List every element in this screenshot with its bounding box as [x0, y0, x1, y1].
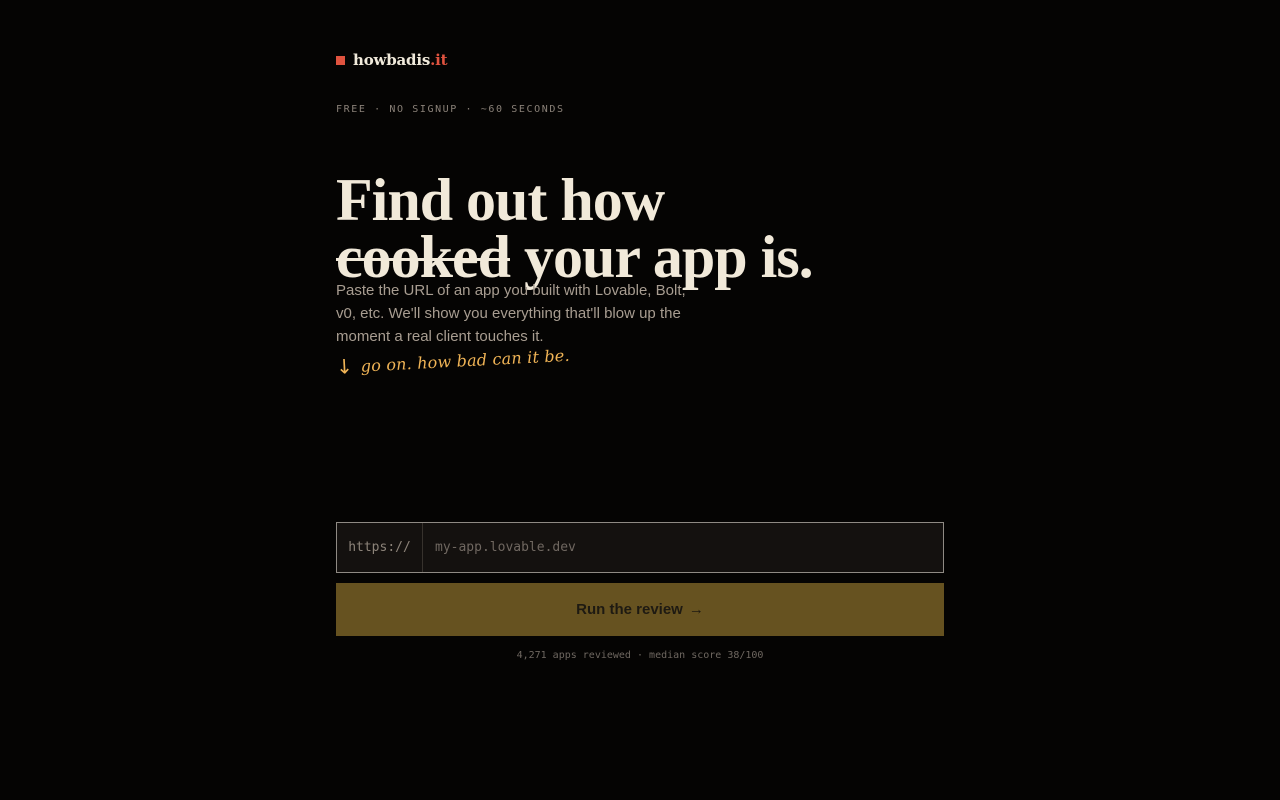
- arrow-right-icon: →: [688, 601, 704, 618]
- brand-mark-icon: [336, 55, 345, 65]
- landing-page: howbadis.it FREE · NO SIGNUP · ~60 SECON…: [335, 0, 944, 800]
- brand-link[interactable]: howbadis.it: [336, 49, 448, 71]
- app-url-input[interactable]: [423, 523, 943, 572]
- url-input-group[interactable]: https://: [336, 522, 944, 573]
- hero-description: Paste the URL of an app you built with L…: [336, 282, 686, 345]
- brand-name: howbadis.it: [353, 51, 448, 69]
- arrow-down-icon: ↓: [335, 354, 354, 379]
- handwritten-note: ↓ go on. how bad can it be.: [335, 345, 571, 379]
- hero-title: Find out how cooked your app is.: [336, 167, 956, 291]
- apps-reviewed-count: 4,271 apps reviewed: [516, 650, 631, 661]
- hero-title-line-2: cooked your app is.: [336, 224, 956, 291]
- brand-name-main: howbadis: [353, 51, 431, 69]
- median-score: median score 38/100: [649, 650, 764, 661]
- hero-title-line-1: Find out how: [336, 167, 665, 234]
- run-review-button-label: Run the review: [576, 601, 683, 618]
- hero-eyebrow: FREE · NO SIGNUP · ~60 SECONDS: [336, 104, 565, 115]
- run-review-button[interactable]: Run the review →: [336, 583, 944, 636]
- brand-name-suffix: .it: [430, 51, 448, 69]
- review-stats: 4,271 apps reviewed · median score 38/10…: [336, 650, 944, 661]
- url-prefix: https://: [337, 523, 423, 572]
- handwritten-note-text: go on. how bad can it be.: [360, 345, 571, 376]
- highlighted-cooked-word: cooked: [336, 224, 511, 291]
- stats-separator: ·: [636, 650, 644, 661]
